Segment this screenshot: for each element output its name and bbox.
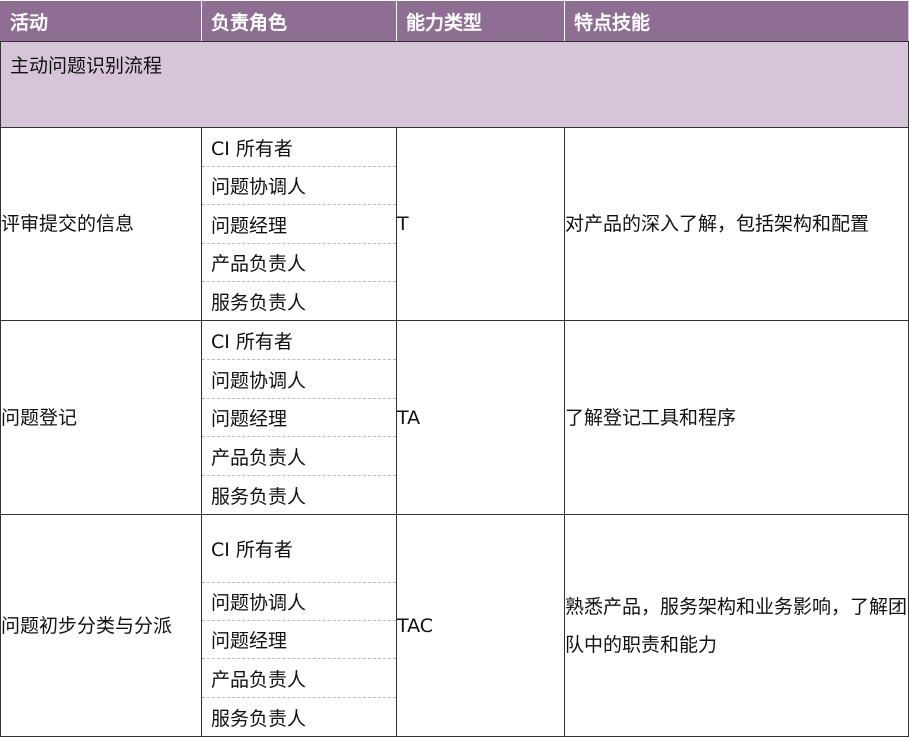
role-item: 问题经理 <box>202 205 396 244</box>
skill-cell: 熟悉产品，服务架构和业务影响，了解团队中的职责和能力 <box>564 514 909 737</box>
activity-cell: 问题初步分类与分派 <box>0 514 202 737</box>
role-item: 问题经理 <box>202 399 396 437</box>
role-item: 服务负责人 <box>211 291 307 314</box>
header-role: 负责角色 <box>201 0 397 42</box>
role-item: CI 所有者 <box>202 128 396 167</box>
role-item: 问题协调人 <box>202 167 396 205</box>
header-ability: 能力类型 <box>396 0 565 42</box>
table-header-row: 活动 负责角色 能力类型 特点技能 <box>0 0 909 42</box>
document-page: 活动 负责角色 能力类型 特点技能 主动问题识别流程 评审提交的信息 CI 所有… <box>0 0 909 737</box>
role-item: 问题协调人 <box>202 360 396 399</box>
activity-cell: 问题登记 <box>0 320 202 515</box>
ability-cell: T <box>396 127 565 321</box>
role-item: 产品负责人 <box>202 437 396 476</box>
section-title: 主动问题识别流程 <box>0 41 909 128</box>
role-item: 问题协调人 <box>202 583 396 621</box>
table-row: 问题初步分类与分派 CI 所有者 问题协调人 问题经理 产品负责人 服务负责人 … <box>0 514 909 737</box>
skill-cell: 对产品的深入了解，包括架构和配置 <box>564 127 909 321</box>
roles-cell: CI 所有者 问题协调人 问题经理 产品负责人 服务负责人 <box>201 514 397 737</box>
table-row: 评审提交的信息 CI 所有者 问题协调人 问题经理 产品负责人 服务负责人 T … <box>0 127 909 321</box>
ability-cell: TAC <box>396 514 565 737</box>
activity-role-table: 活动 负责角色 能力类型 特点技能 主动问题识别流程 评审提交的信息 CI 所有… <box>0 0 909 737</box>
activity-cell: 评审提交的信息 <box>0 127 202 321</box>
header-activity: 活动 <box>0 0 202 42</box>
role-item: 产品负责人 <box>202 244 396 282</box>
ability-cell: TA <box>396 320 565 515</box>
role-item: CI 所有者 <box>202 321 396 360</box>
section-row: 主动问题识别流程 <box>0 41 909 128</box>
role-item: 产品负责人 <box>202 659 396 698</box>
roles-cell: CI 所有者 问题协调人 问题经理 产品负责人 服务负责人 <box>201 320 397 515</box>
skill-cell: 了解登记工具和程序 <box>564 320 909 515</box>
table-row: 问题登记 CI 所有者 问题协调人 问题经理 产品负责人 服务负责人 TA 了解… <box>0 320 909 515</box>
role-item: 服务负责人 <box>211 485 307 508</box>
role-item: 问题经理 <box>202 621 396 659</box>
header-skill: 特点技能 <box>564 0 909 42</box>
role-item: 服务负责人 <box>211 707 307 730</box>
roles-cell: CI 所有者 问题协调人 问题经理 产品负责人 服务负责人 <box>201 127 397 321</box>
role-item: CI 所有者 <box>202 515 396 583</box>
